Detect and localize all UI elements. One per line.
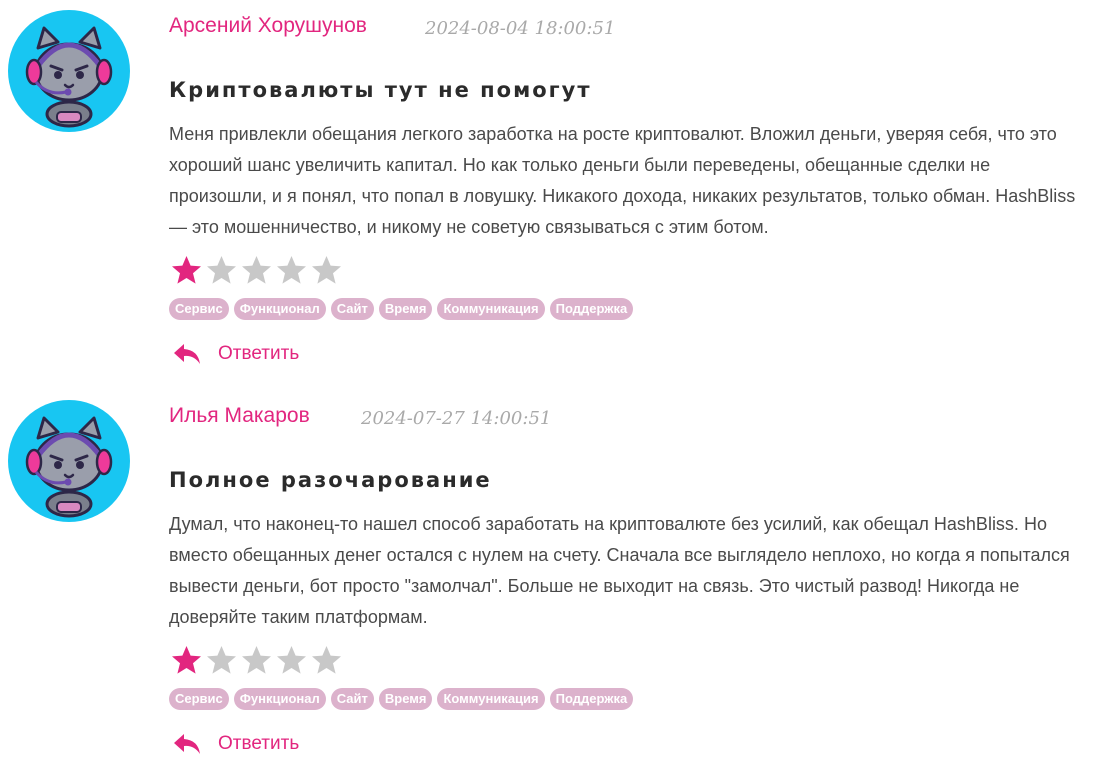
tag-badge: Время (378, 298, 433, 320)
tag-badge: Время (378, 688, 433, 710)
cat-gamer-avatar-icon (25, 416, 113, 518)
cat-gamer-avatar-icon (25, 26, 113, 128)
tag-badge: Поддержка (549, 298, 634, 320)
review-author[interactable]: Илья Макаров (169, 404, 310, 428)
reply-button[interactable]: Ответить (172, 342, 299, 366)
avatar (8, 10, 130, 132)
reply-arrow-icon (174, 344, 200, 364)
star-empty-icon (207, 646, 236, 674)
star-empty-icon (242, 646, 271, 674)
star-empty-icon (277, 646, 306, 674)
review-date: 2024-07-27 14:00:51 (361, 408, 552, 429)
star-rating (169, 254, 344, 286)
reply-label: Ответить (218, 343, 300, 364)
review-title: Криптовалюты тут не помогут (169, 78, 592, 102)
star-empty-icon (277, 256, 306, 284)
star-empty-icon (312, 256, 341, 284)
tag-badge: Функционал (233, 298, 326, 320)
star-empty-icon (242, 256, 271, 284)
star-filled-icon (172, 646, 201, 674)
review-date: 2024-08-04 18:00:51 (425, 18, 616, 39)
review-text: Меня привлекли обещания легкого заработк… (169, 124, 1076, 237)
tag-list: Сервис Функционал Сайт Время Коммуникация Под… (169, 688, 634, 710)
tag-badge: Функционал (233, 688, 326, 710)
star-filled-icon (172, 256, 201, 284)
review-text: Думал, что наконец-то нашел способ зараб… (169, 514, 1070, 627)
tag-badge: Коммуникация (437, 298, 545, 320)
tag-badge: Поддержка (549, 688, 634, 710)
tag-badge: Сайт (330, 298, 374, 320)
avatar (8, 400, 130, 522)
tag-list: Сервис Функционал Сайт Время Коммуникация Под… (169, 298, 634, 320)
reply-button[interactable]: Ответить (172, 732, 299, 756)
star-empty-icon (207, 256, 236, 284)
tag-badge: Сервис (169, 688, 229, 710)
tag-badge: Коммуникация (437, 688, 545, 710)
tag-badge: Сайт (330, 688, 374, 710)
star-rating (169, 644, 344, 676)
reply-label: Ответить (218, 733, 300, 754)
review-author[interactable]: Арсений Хорушунов (169, 14, 367, 38)
tag-badge: Сервис (169, 298, 229, 320)
reply-arrow-icon (174, 734, 200, 754)
review-title: Полное разочарование (169, 468, 492, 492)
star-empty-icon (312, 646, 341, 674)
